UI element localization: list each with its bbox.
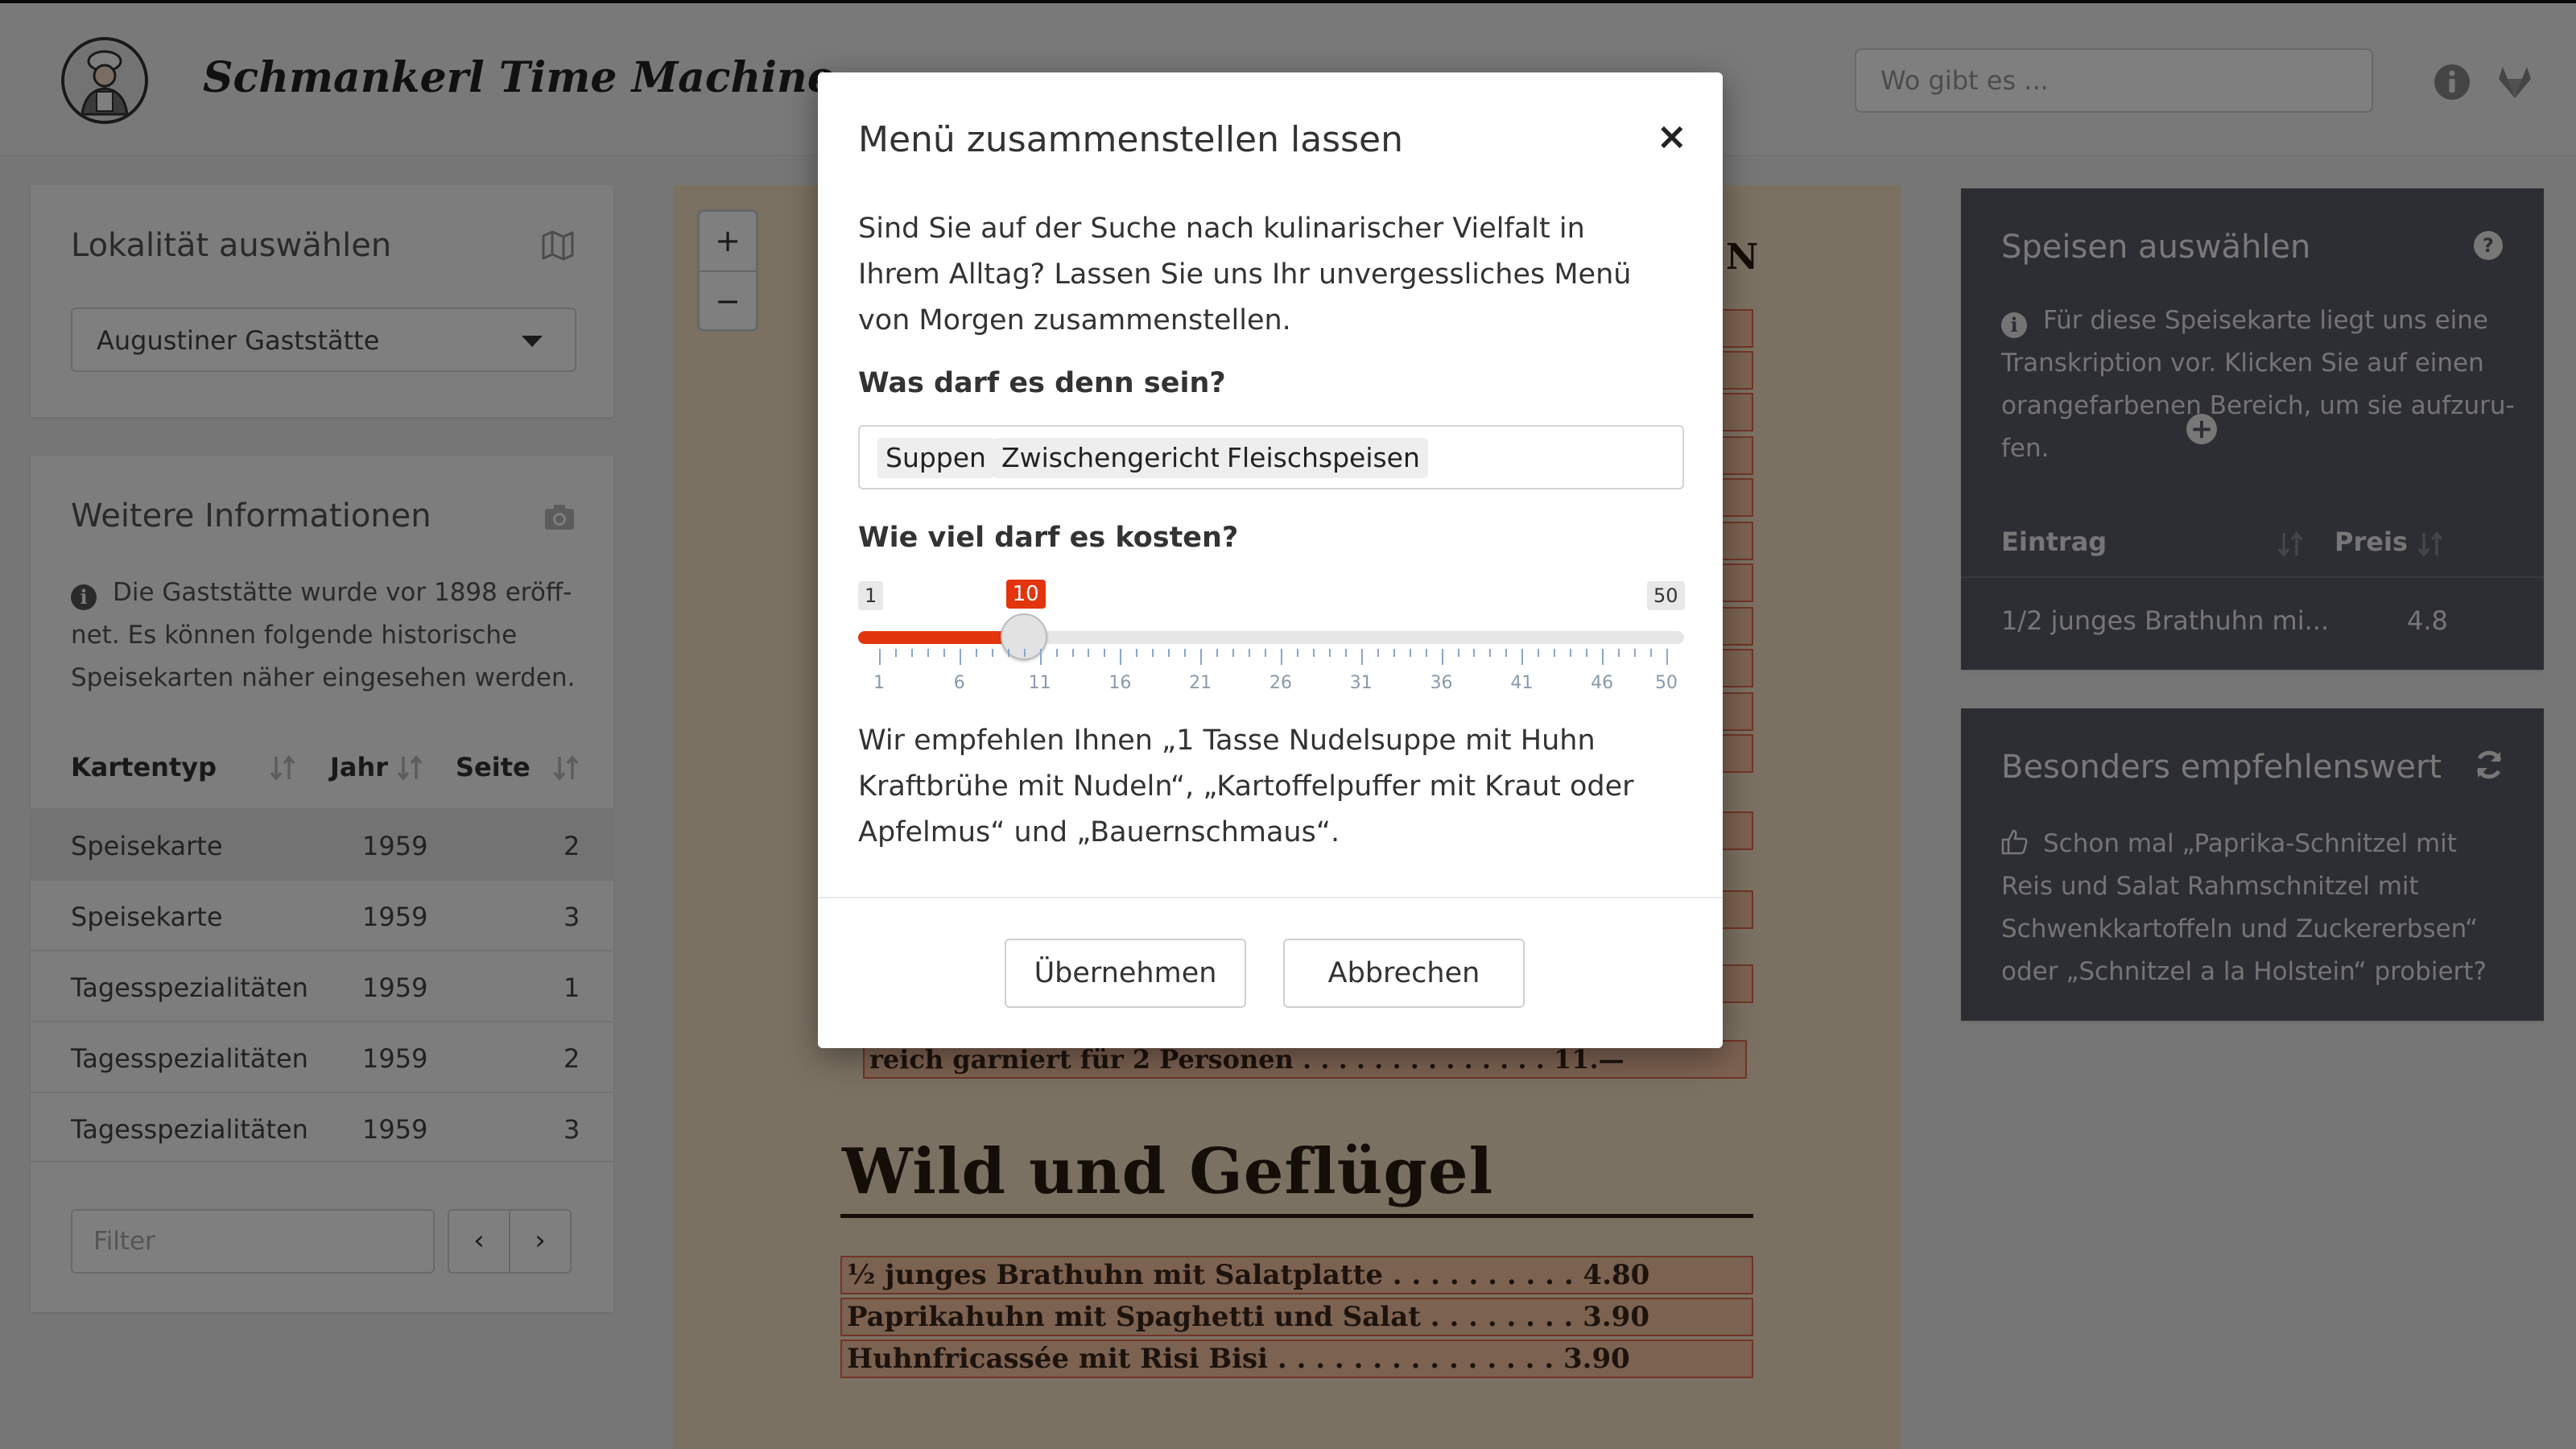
close-icon[interactable]: ×	[1656, 118, 1687, 155]
modal-divider	[818, 897, 1723, 898]
slider-tick	[1088, 649, 1090, 657]
slider-tick	[1473, 649, 1476, 657]
slider-tick	[1216, 649, 1219, 657]
slider-tick	[1184, 649, 1187, 657]
question-price: Wie viel darf es kosten?	[858, 522, 1239, 554]
slider-tick	[1152, 649, 1154, 657]
slider-tick-label: 31	[1349, 673, 1373, 693]
slider-min-label: 1	[858, 581, 884, 610]
slider-tick	[1200, 649, 1203, 665]
slider-tick	[1071, 649, 1074, 657]
slider-tick	[910, 649, 913, 657]
slider-tick-label: 11	[1028, 673, 1051, 693]
slider-tick	[1232, 649, 1235, 657]
tag-fleischspeisen[interactable]: Fleischspeisen	[1219, 438, 1428, 478]
slider-tick-label: 50	[1655, 673, 1678, 693]
slider-tick	[1168, 649, 1170, 657]
slider-tick	[1634, 649, 1637, 657]
slider-tick	[1650, 649, 1653, 657]
slider-tick	[1265, 649, 1267, 657]
slider-tick-label: 21	[1189, 673, 1212, 693]
slider-tick	[1120, 649, 1122, 665]
slider-tick	[1377, 649, 1379, 657]
slider-tick	[1136, 649, 1138, 657]
slider-tick	[1249, 649, 1251, 657]
category-tag-input[interactable]: Suppen Zwischengerichte Fleischspeisen	[858, 425, 1684, 489]
slider-fill	[858, 631, 1024, 644]
slider-tick	[1023, 649, 1026, 657]
modal-intro: Sind Sie auf der Suche nach kulinarische…	[858, 213, 1632, 336]
slider-tick-label: 26	[1269, 673, 1292, 693]
slider-tick	[975, 649, 977, 657]
slider-tick	[1602, 649, 1604, 665]
slider-tick-label: 6	[953, 673, 965, 693]
slider-tick-label: 1	[873, 673, 885, 693]
slider-tick	[1570, 649, 1572, 657]
slider-tick	[1618, 649, 1620, 657]
slider-tick	[991, 649, 993, 657]
slider-track[interactable]	[858, 631, 1684, 644]
slider-tick	[894, 649, 897, 657]
slider-tick	[1312, 649, 1315, 657]
slider-tick	[1055, 649, 1058, 657]
slider-tick	[1039, 649, 1042, 665]
slider-tick-label: 46	[1591, 673, 1614, 693]
slider-tick	[879, 649, 881, 665]
slider-tick	[1441, 649, 1443, 665]
menu-modal: Menü zusammenstellen lassen × Sind Sie a…	[818, 72, 1723, 1048]
slider-tick-label: 16	[1108, 673, 1132, 693]
apply-button[interactable]: Übernehmen	[1005, 939, 1246, 1008]
modal-title: Menü zusammenstellen lassen	[858, 119, 1403, 160]
slider-max-label: 50	[1647, 581, 1685, 610]
slider-tick	[1457, 649, 1459, 657]
slider-tick	[1360, 649, 1363, 665]
slider-tick	[943, 649, 945, 657]
question-what: Was darf es denn sein?	[858, 367, 1226, 399]
slider-tick	[959, 649, 961, 665]
slider-tick	[1007, 649, 1009, 657]
cancel-button[interactable]: Abbrechen	[1283, 939, 1525, 1008]
slider-tick	[1280, 649, 1282, 665]
slider-tick	[1554, 649, 1556, 657]
slider-tick	[1505, 649, 1508, 657]
slider-tick	[1666, 649, 1668, 665]
tag-suppen[interactable]: Suppen	[877, 438, 994, 478]
slider-ticks: 1 6 11 16 21 26 31 36 41 46 50	[818, 649, 1723, 729]
slider-tick	[1328, 649, 1331, 657]
recommendation-text: Wir empfehlen Ihnen „1 Tasse Nudelsuppe …	[858, 724, 1634, 848]
slider-tick	[1104, 649, 1106, 657]
slider-tick	[1425, 649, 1427, 657]
slider-tick-label: 41	[1510, 673, 1534, 693]
slider-tick	[1521, 649, 1524, 665]
slider-tick-label: 36	[1430, 673, 1453, 693]
slider-tick	[1586, 649, 1588, 657]
slider-tick	[1296, 649, 1298, 657]
slider-tick	[1393, 649, 1395, 657]
slider-tick	[1409, 649, 1411, 657]
slider-tick	[1538, 649, 1540, 657]
slider-tick	[1489, 649, 1492, 657]
slider-tick	[927, 649, 929, 657]
tag-zwischengerichte[interactable]: Zwischengerichte	[993, 438, 1245, 478]
slider-value-label: 10	[1005, 580, 1046, 609]
slider-tick	[1344, 649, 1347, 657]
